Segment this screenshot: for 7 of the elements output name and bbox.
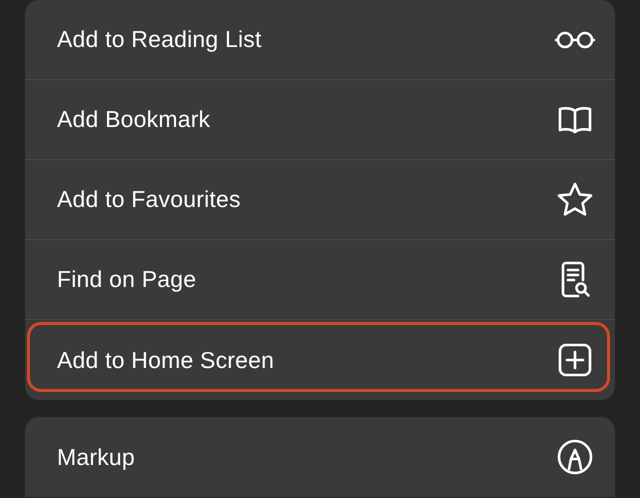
menu-item[interactable]: Add to Favourites — [25, 160, 615, 240]
menu-item[interactable]: Add Bookmark — [25, 80, 615, 160]
menu-item[interactable]: Add to Reading List — [25, 0, 615, 80]
menu-item[interactable]: Add to Home Screen — [25, 320, 615, 400]
menu-item[interactable]: Markup — [25, 417, 615, 497]
pen-circle-icon — [555, 437, 595, 477]
menu-item[interactable]: Find on Page — [25, 240, 615, 320]
